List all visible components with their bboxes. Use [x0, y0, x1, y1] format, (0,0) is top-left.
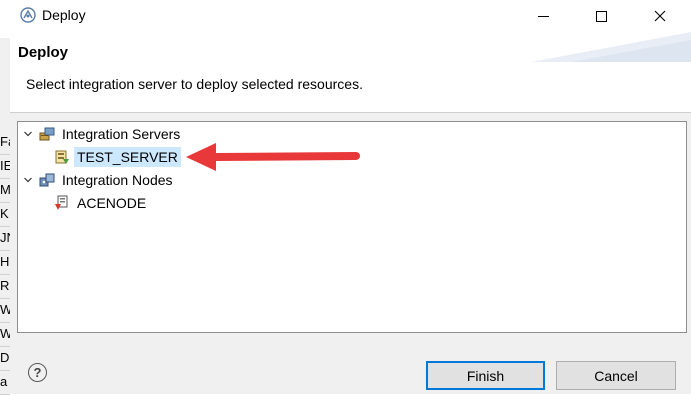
maximize-icon: [595, 10, 607, 22]
page-title: Deploy: [18, 44, 69, 61]
server-tree[interactable]: Integration Servers TEST_SERVER Integrat…: [17, 121, 687, 333]
strip-text: M: [0, 178, 10, 203]
tree-item-label: Integration Nodes: [62, 172, 173, 188]
strip-text: JN: [0, 226, 10, 251]
strip-text: R: [0, 274, 10, 299]
strip-text: W: [0, 322, 10, 347]
help-icon: ?: [33, 365, 42, 380]
deploy-dialog: Deploy Deploy Select integration server …: [10, 0, 691, 394]
integration-nodes-icon: [39, 173, 55, 187]
tree-item-label: Integration Servers: [62, 126, 181, 142]
minimize-button[interactable]: [520, 0, 566, 32]
close-icon: [654, 10, 666, 22]
header-message: Select integration server to deploy sele…: [26, 76, 363, 92]
title-bar[interactable]: Deploy: [10, 0, 691, 32]
dialog-header: Deploy Select integration server to depl…: [10, 32, 691, 113]
tree-item-integration-servers[interactable]: Integration Servers: [22, 123, 183, 145]
finish-button[interactable]: Finish: [426, 361, 545, 390]
tree-item-integration-nodes[interactable]: Integration Nodes: [22, 169, 176, 191]
tree-item-acenode[interactable]: ACENODE: [54, 192, 149, 214]
tree-item-label: TEST_SERVER: [74, 147, 181, 167]
strip-text: H: [0, 250, 10, 275]
tree-item-test-server[interactable]: TEST_SERVER: [54, 146, 181, 168]
help-button[interactable]: ?: [28, 363, 47, 382]
chevron-down-icon[interactable]: [22, 129, 34, 139]
strip-text: a: [0, 370, 10, 395]
strip-text: W: [0, 298, 10, 323]
strip-text: IE: [0, 154, 10, 179]
integration-server-icon: [55, 150, 69, 164]
chevron-down-icon[interactable]: [22, 175, 34, 185]
integration-servers-icon: [39, 127, 55, 141]
cancel-button[interactable]: Cancel: [556, 361, 676, 390]
close-button[interactable]: [637, 0, 683, 32]
integration-node-icon: [55, 195, 68, 210]
dialog-footer: ? Finish Cancel: [10, 345, 691, 394]
window-title: Deploy: [42, 7, 86, 23]
strip-text: Fa: [0, 130, 10, 155]
strip-text: D: [0, 346, 10, 371]
maximize-button[interactable]: [578, 0, 624, 32]
header-decoration: [531, 32, 691, 62]
tree-item-label: ACENODE: [77, 195, 147, 211]
deploy-app-icon: [20, 7, 36, 23]
strip-text: K: [0, 202, 10, 227]
minimize-icon: [537, 15, 549, 17]
